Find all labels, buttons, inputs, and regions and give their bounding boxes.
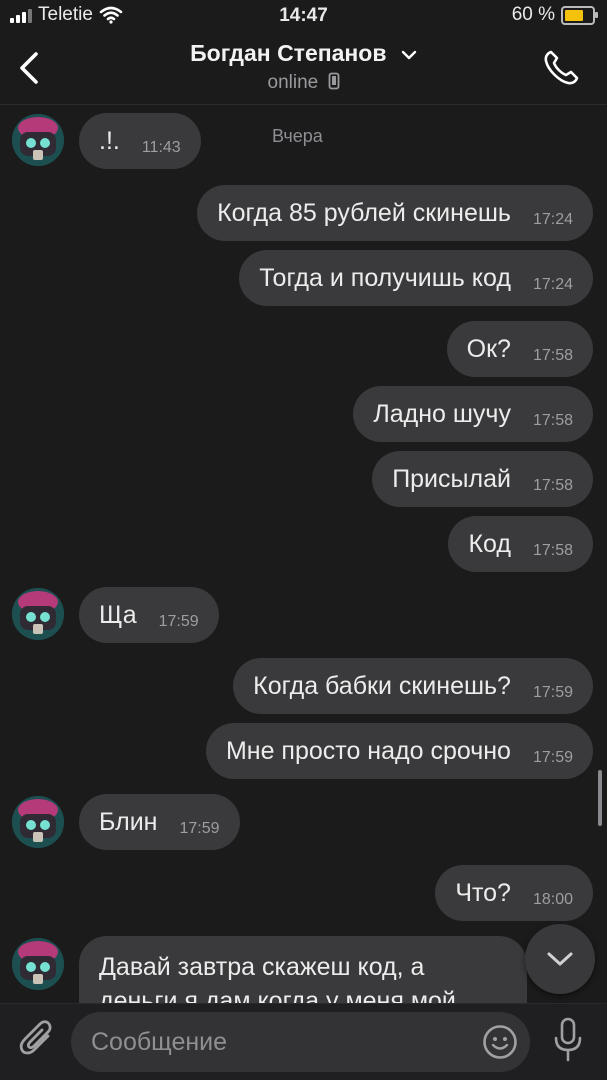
scroll-down-button[interactable] xyxy=(525,924,595,994)
message-bubble[interactable]: Что? 18:00 xyxy=(435,865,593,921)
message-time: 17:58 xyxy=(532,477,573,494)
message-time: 11:43 xyxy=(141,139,181,156)
message-time: 17:58 xyxy=(532,347,573,364)
avatar-image xyxy=(12,114,64,166)
message-text: Тогда и получишь код xyxy=(259,263,511,292)
message-bubble[interactable]: Тогда и получишь код 17:24 xyxy=(239,250,593,306)
avatar[interactable] xyxy=(12,938,64,990)
avatar[interactable] xyxy=(12,114,64,166)
message-bubble[interactable]: Блин 17:59 xyxy=(79,794,240,850)
message-time: 18:00 xyxy=(532,891,573,908)
message-bubble[interactable]: .!. 11:43 xyxy=(79,113,201,169)
message-text: Мне просто надо срочно xyxy=(225,736,511,765)
microphone-icon[interactable] xyxy=(551,1016,585,1064)
message-time: 17:58 xyxy=(532,412,573,429)
scroll-indicator[interactable] xyxy=(598,770,602,826)
chevron-down-icon xyxy=(547,952,573,966)
message-text: Присылай xyxy=(392,464,511,493)
message-bubble[interactable]: Код 17:58 xyxy=(448,516,593,572)
chevron-down-icon xyxy=(401,50,417,60)
message-bubble[interactable]: Когда 85 рублей скинешь 17:24 xyxy=(197,185,593,241)
message-time: 17:58 xyxy=(532,542,573,559)
message-bubble[interactable]: Ок? 17:58 xyxy=(446,321,593,377)
message-time: 17:59 xyxy=(532,684,573,701)
message-text: .!. xyxy=(99,126,120,155)
avatar-image xyxy=(12,588,64,640)
smiley-icon[interactable] xyxy=(482,1024,518,1060)
message-text: Давай завтра скажеш код, а деньги я дам … xyxy=(99,953,456,1004)
presence-label: online xyxy=(267,72,319,93)
message-text: Что? xyxy=(455,878,511,907)
chat-header: Богдан Степанов online xyxy=(0,34,607,105)
message-composer: Сообщение xyxy=(0,1003,607,1080)
message-input-placeholder: Сообщение xyxy=(91,1027,228,1056)
message-bubble[interactable]: Мне просто надо срочно 17:59 xyxy=(205,723,593,779)
message-text: Код xyxy=(468,529,511,558)
date-separator: Вчера xyxy=(272,126,323,146)
status-bar: Teletie 14:47 60 % xyxy=(0,0,607,34)
message-bubble[interactable]: Присылай 17:58 xyxy=(372,451,593,507)
message-time: 17:59 xyxy=(158,613,199,630)
message-time: 17:24 xyxy=(532,276,573,293)
avatar-image xyxy=(12,938,64,990)
battery-percent: 60 % xyxy=(511,4,555,25)
message-text: Ладно шучу xyxy=(373,399,511,428)
avatar-image xyxy=(12,796,64,848)
message-list[interactable]: Вчера .!. 11:43 Когда 85 рублей скинешь … xyxy=(0,104,607,1004)
avatar[interactable] xyxy=(12,588,64,640)
presence-status: online xyxy=(0,72,607,94)
message-time: 17:59 xyxy=(179,820,220,837)
battery-group: 60 % xyxy=(511,4,598,26)
message-text: Блин xyxy=(99,807,158,836)
message-input[interactable]: Сообщение xyxy=(71,1012,530,1072)
message-time: 17:59 xyxy=(532,749,573,766)
message-time: 17:24 xyxy=(532,211,573,228)
message-text: Когда бабки скинешь? xyxy=(253,671,511,700)
phone-icon[interactable] xyxy=(541,48,581,88)
message-bubble[interactable]: Когда бабки скинешь? 17:59 xyxy=(233,658,593,714)
contact-name[interactable]: Богдан Степанов xyxy=(0,40,607,67)
message-bubble[interactable]: Давай завтра скажеш код, а деньги я дам … xyxy=(79,936,527,1004)
avatar[interactable] xyxy=(12,796,64,848)
paperclip-icon[interactable] xyxy=(18,1018,58,1062)
battery-icon xyxy=(561,5,598,25)
message-text: Ща xyxy=(99,600,137,629)
phone-device-icon xyxy=(328,72,339,90)
message-text: Когда 85 рублей скинешь xyxy=(217,198,511,227)
message-bubble[interactable]: Ладно шучу 17:58 xyxy=(353,386,593,442)
message-bubble[interactable]: Ща 17:59 xyxy=(79,587,219,643)
message-text: Ок? xyxy=(466,334,511,363)
contact-name-label: Богдан Степанов xyxy=(190,40,387,66)
